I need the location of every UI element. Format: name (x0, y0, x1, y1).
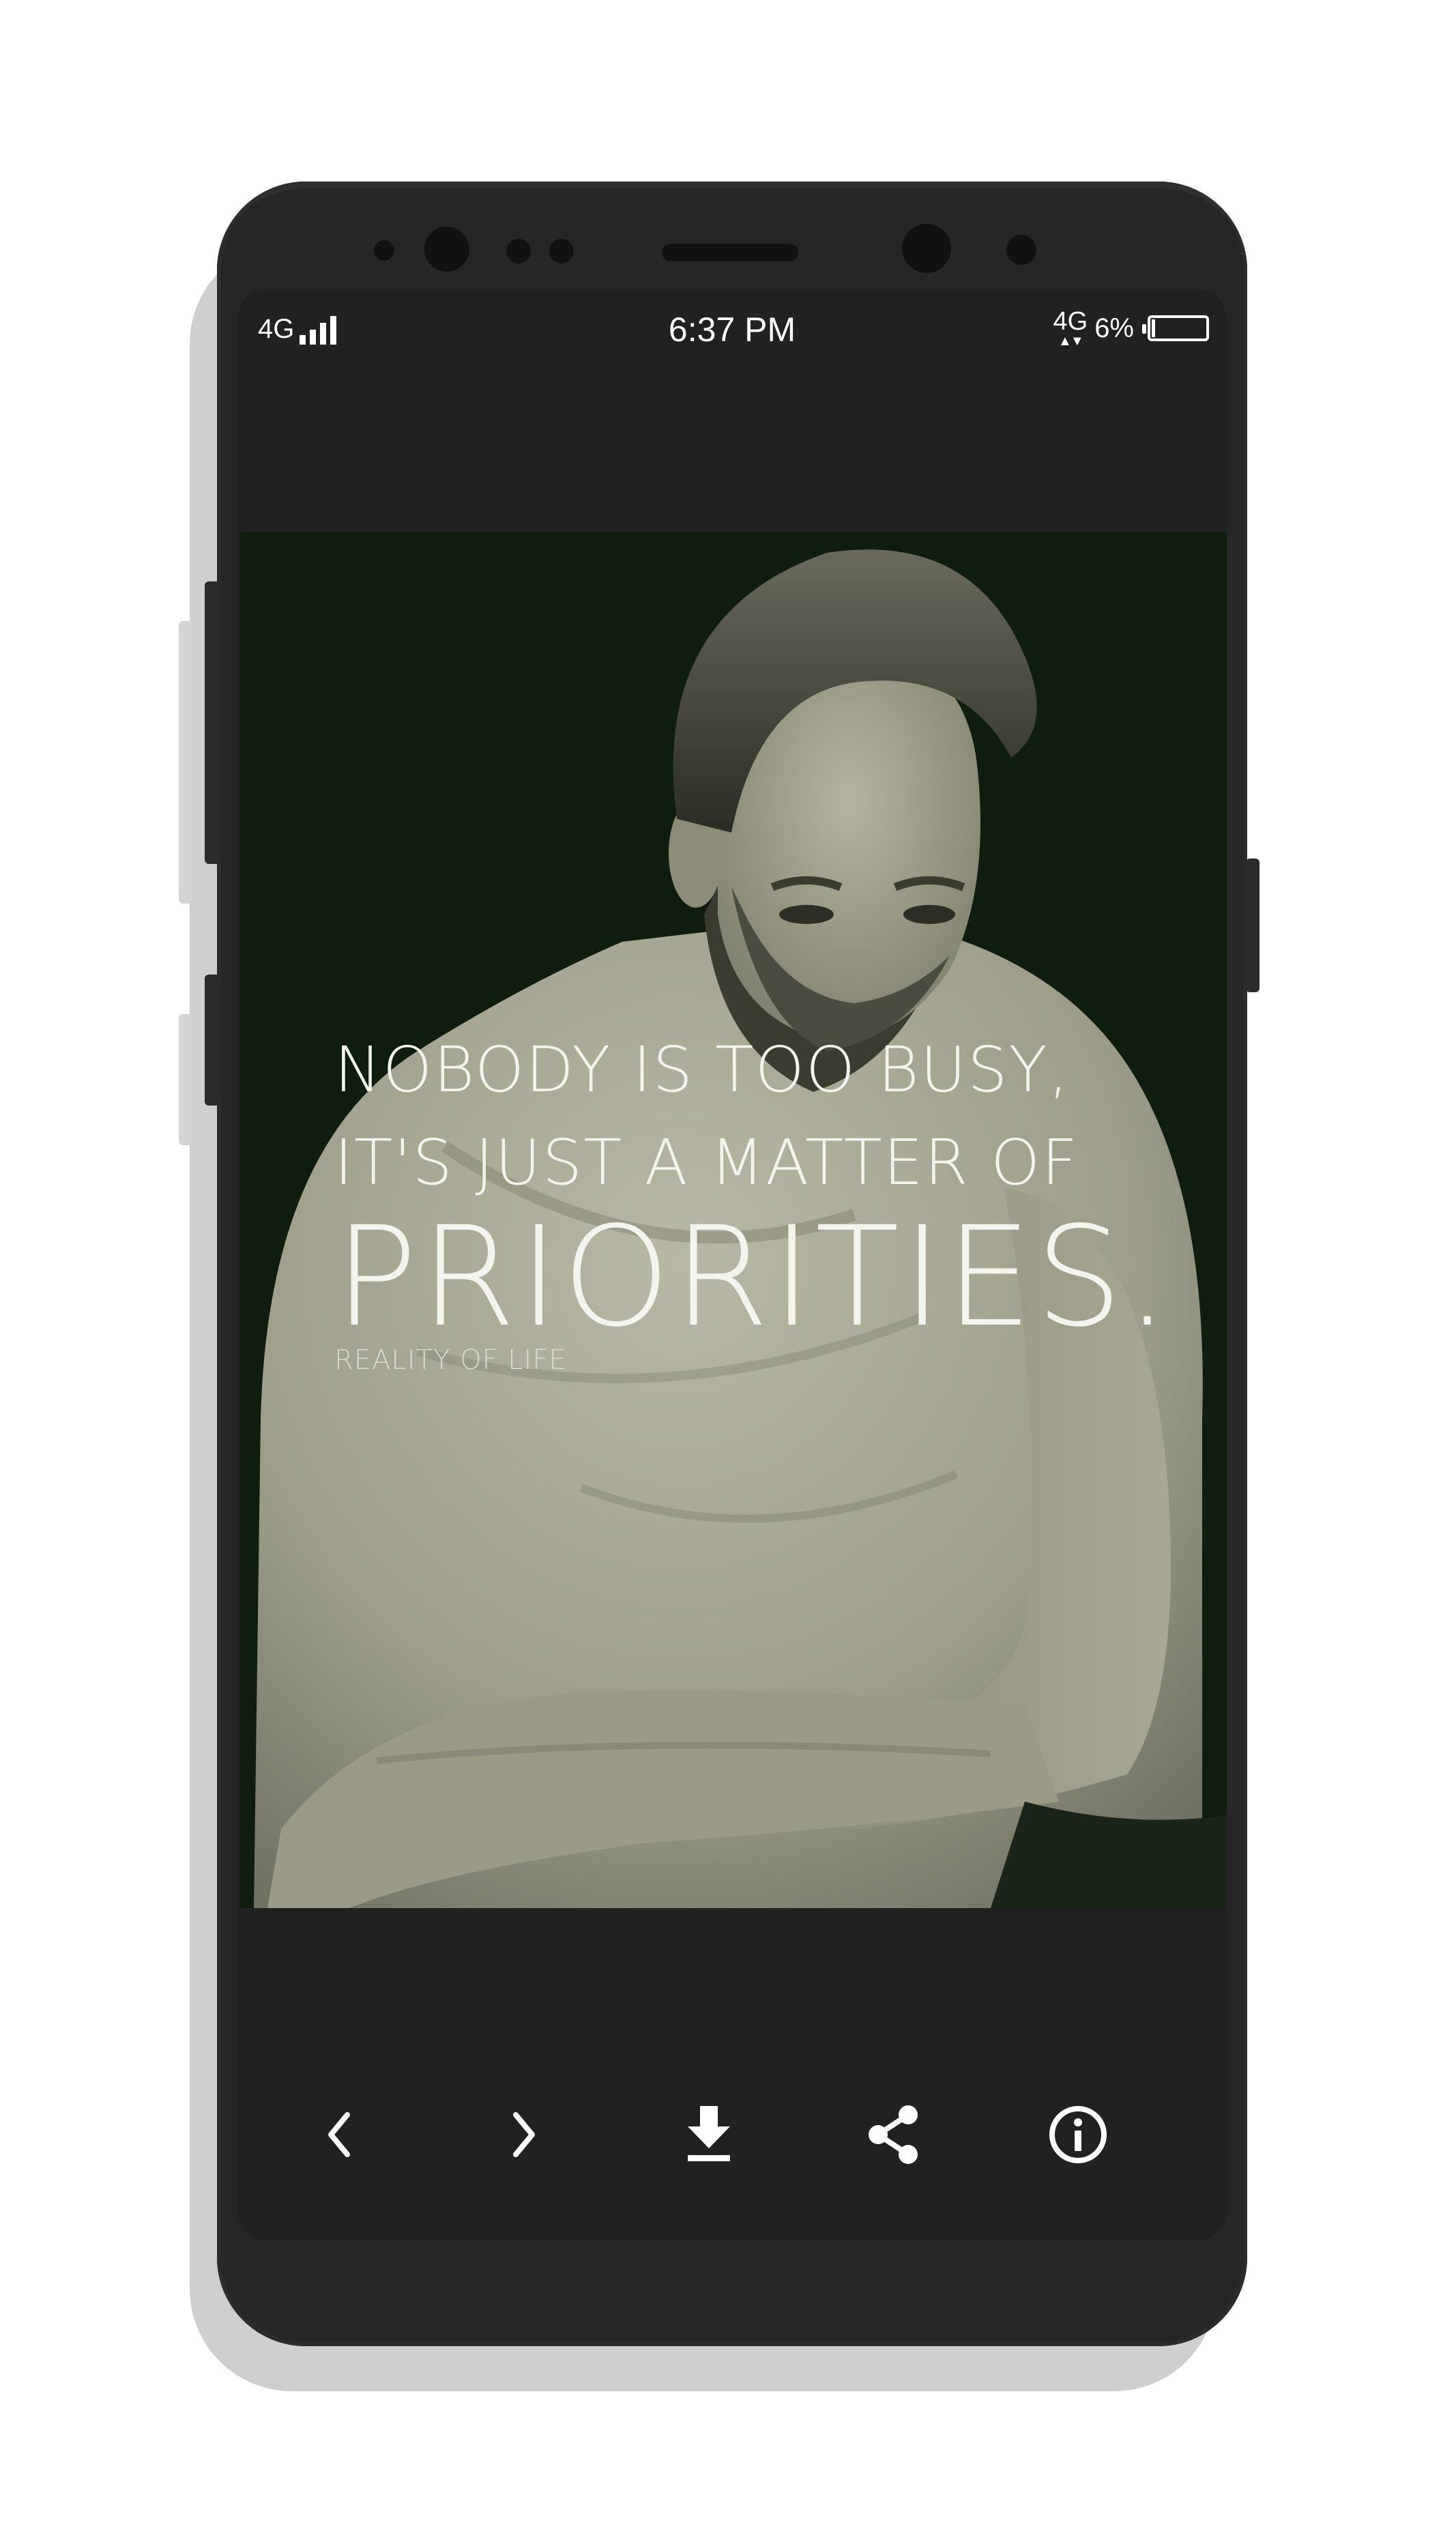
quote-line-1: NOBODY IS TOO BUSY, (334, 1033, 1070, 1106)
iris-camera (902, 224, 951, 273)
info-button[interactable] (1030, 2087, 1126, 2182)
battery-level (1152, 319, 1155, 337)
next-button[interactable] (476, 2087, 572, 2182)
wallpaper-toolbar (237, 2087, 1227, 2182)
battery-percent: 6% (1094, 313, 1134, 343)
power-button (1246, 858, 1260, 992)
status-right: 4G ▲▼ 6% (1053, 308, 1209, 348)
share-button[interactable] (845, 2087, 941, 2182)
data-activity-icon: 4G ▲▼ (1053, 308, 1088, 348)
phone-screen: 4G 6:37 PM 4G ▲▼ 6% NOBODY IS TOO BUSY, … (237, 289, 1227, 2240)
download-icon (688, 2106, 730, 2161)
data-arrows-icon: ▲▼ (1058, 334, 1084, 349)
side-button-shadow (179, 621, 192, 904)
sensor-dot (1006, 235, 1036, 265)
quote-overlay: NOBODY IS TOO BUSY, IT'S JUST A MATTER O… (334, 1024, 1172, 1376)
sensor-dot (506, 239, 531, 263)
quote-line-3: PRIORITIES. (334, 1196, 1172, 1357)
chevron-right-icon (513, 2112, 535, 2157)
wallpaper-image[interactable]: NOBODY IS TOO BUSY, IT'S JUST A MATTER O… (240, 532, 1227, 1908)
network-type-right: 4G (1053, 307, 1088, 336)
download-button[interactable] (661, 2087, 757, 2182)
share-icon (869, 2105, 918, 2164)
quote-line-2: IT'S JUST A MATTER OF (334, 1126, 1079, 1199)
bixby-button (205, 975, 220, 1106)
battery-icon (1142, 315, 1209, 341)
status-bar: 4G 6:37 PM 4G ▲▼ 6% (237, 289, 1227, 364)
side-button-shadow (179, 1014, 192, 1145)
info-icon (1049, 2106, 1107, 2163)
volume-button (205, 581, 220, 864)
previous-button[interactable] (291, 2087, 387, 2182)
sensor-dot (549, 239, 574, 263)
front-camera (424, 227, 469, 272)
earpiece-speaker (662, 244, 798, 261)
chevron-left-icon (328, 2112, 350, 2157)
sensor-dot (374, 240, 394, 261)
